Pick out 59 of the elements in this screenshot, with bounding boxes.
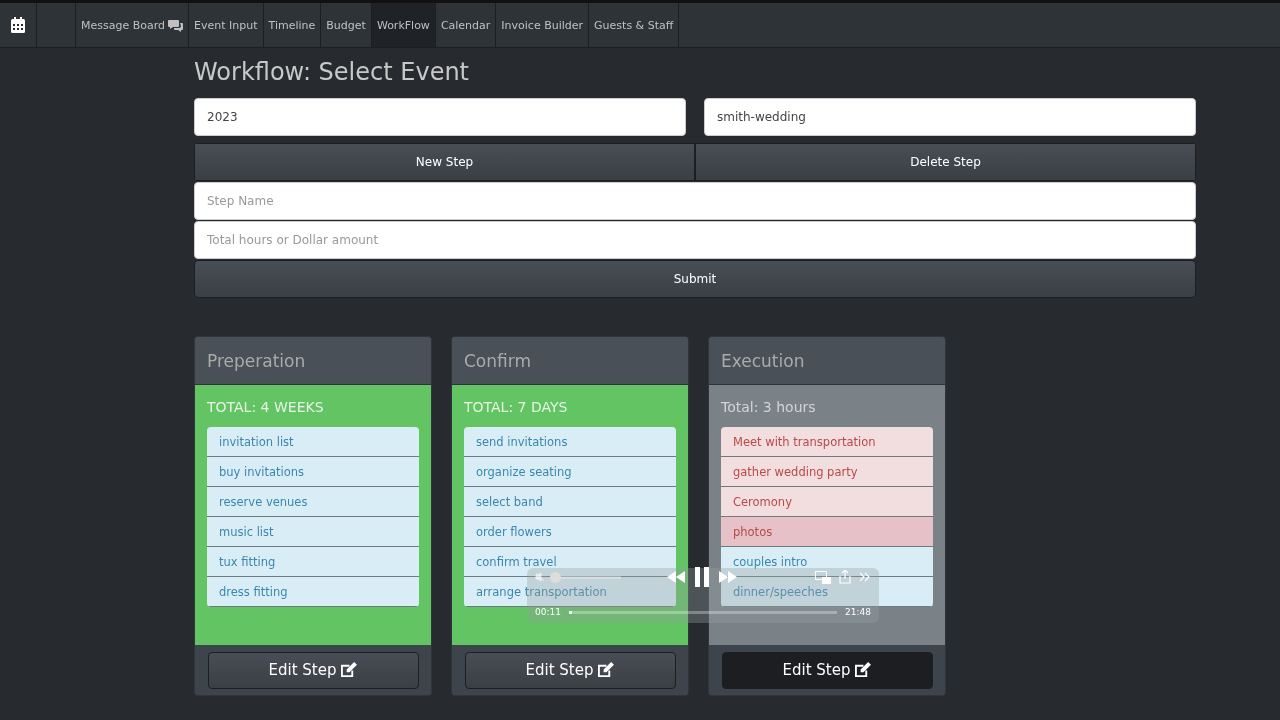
card-total: Total: 3 hours xyxy=(721,399,817,415)
rewind-icon xyxy=(667,571,685,583)
picture-in-picture-icon xyxy=(815,570,831,584)
card-title: Confirm xyxy=(464,350,531,371)
task-item[interactable]: dress fitting xyxy=(207,577,419,607)
comments-icon xyxy=(168,18,184,32)
nav-tab[interactable]: Guests & Staff xyxy=(589,3,680,47)
task-item[interactable]: dinner/speeches xyxy=(721,577,933,607)
nav-tab[interactable]: WorkFlow xyxy=(371,3,436,47)
step-name-field[interactable]: Step Name xyxy=(194,182,1196,220)
task-item[interactable]: invitation list xyxy=(207,427,419,457)
card-title: Preperation xyxy=(207,350,306,371)
page-title: Workflow: Select Event xyxy=(194,58,471,86)
progress-track[interactable] xyxy=(568,610,838,614)
edit-step-button[interactable]: Edit Step xyxy=(207,651,419,689)
elapsed-time: 00:11 xyxy=(535,607,561,617)
new-step-button[interactable]: New Step xyxy=(194,143,695,181)
task-item[interactable]: send invitations xyxy=(464,427,676,457)
task-item[interactable]: confirm travel xyxy=(464,547,676,577)
chevrons-right-icon xyxy=(859,572,871,582)
amount-field[interactable]: Total hours or Dollar amount xyxy=(194,221,1196,259)
pause-icon xyxy=(695,567,709,587)
share-icon xyxy=(839,570,851,584)
nav-tab[interactable]: Invoice Builder xyxy=(496,3,590,47)
task-item[interactable]: reserve venues xyxy=(207,487,419,517)
muted-icon xyxy=(535,572,545,582)
task-item[interactable]: photos xyxy=(721,517,933,547)
nav-tab[interactable]: Timeline xyxy=(263,3,322,47)
card-title: Execution xyxy=(721,350,805,371)
year-field[interactable]: 2023 xyxy=(194,98,686,136)
event-field[interactable]: smith-wedding xyxy=(704,98,1196,136)
nav-tab[interactable]: Budget xyxy=(321,3,372,47)
fast-forward-icon xyxy=(719,571,737,583)
nav-tab[interactable]: Calendar xyxy=(435,3,497,47)
edit-icon xyxy=(854,662,872,678)
nav-tab[interactable]: Event Input xyxy=(189,3,264,47)
task-item[interactable]: buy invitations xyxy=(207,457,419,487)
calendar-icon xyxy=(11,17,25,33)
edit-icon xyxy=(597,662,615,678)
delete-step-button[interactable]: Delete Step xyxy=(695,143,1196,181)
task-item[interactable]: music list xyxy=(207,517,419,547)
card-total: TOTAL: 4 WEEKS xyxy=(207,399,325,415)
edit-icon xyxy=(340,662,358,678)
edit-step-button[interactable]: Edit Step xyxy=(464,651,676,689)
card-total: TOTAL: 7 DAYS xyxy=(464,399,569,415)
submit-button[interactable]: Submit xyxy=(194,260,1196,298)
task-item[interactable]: organize seating xyxy=(464,457,676,487)
volume-thumb[interactable] xyxy=(549,571,561,583)
task-item[interactable]: tux fitting xyxy=(207,547,419,577)
task-item[interactable]: arrange transportation xyxy=(464,577,676,607)
task-item[interactable]: Meet with transportation xyxy=(721,427,933,457)
task-item[interactable]: gather wedding party xyxy=(721,457,933,487)
task-item[interactable]: Ceromony xyxy=(721,487,933,517)
remaining-time: 21:48 xyxy=(845,607,871,617)
task-item[interactable]: order flowers xyxy=(464,517,676,547)
nav-tab[interactable]: Message Board xyxy=(76,3,190,47)
task-item[interactable]: couples intro xyxy=(721,547,933,577)
edit-step-button[interactable]: Edit Step xyxy=(721,651,933,689)
task-item[interactable]: select band xyxy=(464,487,676,517)
